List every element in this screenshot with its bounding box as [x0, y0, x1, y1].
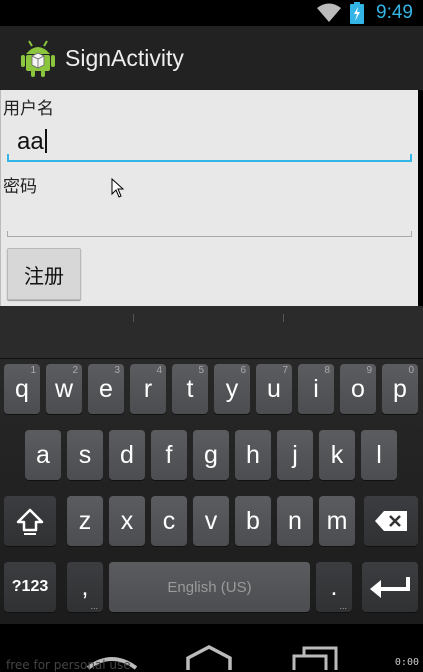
username-field[interactable]: aa	[7, 124, 412, 162]
symbols-key[interactable]: ?123	[4, 562, 56, 612]
mouse-pointer-icon	[111, 178, 125, 198]
key-n[interactable]: n	[277, 496, 313, 546]
key-y[interactable]: y6	[214, 364, 250, 414]
clock: 9:49	[376, 2, 413, 23]
key-s[interactable]: s	[67, 430, 103, 480]
key-q[interactable]: q1	[4, 364, 40, 414]
username-value: aa	[17, 128, 44, 155]
app-title: SignActivity	[65, 45, 184, 71]
key-p[interactable]: p0	[382, 364, 418, 414]
key-b[interactable]: b	[235, 496, 271, 546]
enter-key[interactable]	[362, 562, 418, 612]
key-m[interactable]: m	[319, 496, 355, 546]
key-j[interactable]: j	[277, 430, 313, 480]
shift-key[interactable]	[4, 496, 56, 546]
key-u[interactable]: u7	[256, 364, 292, 414]
key-x[interactable]: x	[109, 496, 145, 546]
key-l[interactable]: l	[361, 430, 397, 480]
key-z[interactable]: z	[67, 496, 103, 546]
comma-key[interactable]: ,...	[67, 562, 103, 612]
soft-keyboard: q1 w2 e3 r4 t5 y6 u7 i8 o9 p0 a s d f g …	[0, 306, 423, 624]
key-d[interactable]: d	[109, 430, 145, 480]
password-field[interactable]	[7, 200, 412, 237]
sign-form: 用户名 aa 密码 注册	[0, 90, 418, 306]
key-r[interactable]: r4	[130, 364, 166, 414]
recents-icon[interactable]	[292, 646, 340, 670]
delete-key[interactable]	[364, 496, 418, 546]
home-icon[interactable]	[185, 644, 233, 670]
android-logo-icon	[21, 40, 55, 77]
key-i[interactable]: i8	[298, 364, 334, 414]
key-h[interactable]: h	[235, 430, 271, 480]
suggestion-strip	[0, 306, 423, 359]
key-t[interactable]: t5	[172, 364, 208, 414]
key-o[interactable]: o9	[340, 364, 376, 414]
username-label: 用户名	[3, 99, 54, 119]
navigation-bar: free for personal use 0:00	[0, 624, 423, 672]
backspace-icon	[375, 511, 407, 531]
key-c[interactable]: c	[151, 496, 187, 546]
status-bar: 9:49	[0, 0, 423, 26]
wifi-icon	[317, 3, 342, 22]
enter-icon	[370, 577, 410, 598]
shift-icon	[16, 508, 44, 535]
space-key[interactable]: English (US)	[109, 562, 310, 612]
text-cursor	[44, 129, 47, 153]
period-key[interactable]: ....	[316, 562, 352, 612]
signup-button[interactable]: 注册	[7, 248, 81, 300]
key-f[interactable]: f	[151, 430, 187, 480]
battery-charging-icon	[350, 2, 365, 24]
key-g[interactable]: g	[193, 430, 229, 480]
key-a[interactable]: a	[25, 430, 61, 480]
key-k[interactable]: k	[319, 430, 355, 480]
key-e[interactable]: e3	[88, 364, 124, 414]
password-label: 密码	[3, 177, 37, 197]
key-v[interactable]: v	[193, 496, 229, 546]
fps-counter: 0:00	[394, 657, 419, 668]
key-w[interactable]: w2	[46, 364, 82, 414]
action-bar: SignActivity	[0, 26, 423, 90]
